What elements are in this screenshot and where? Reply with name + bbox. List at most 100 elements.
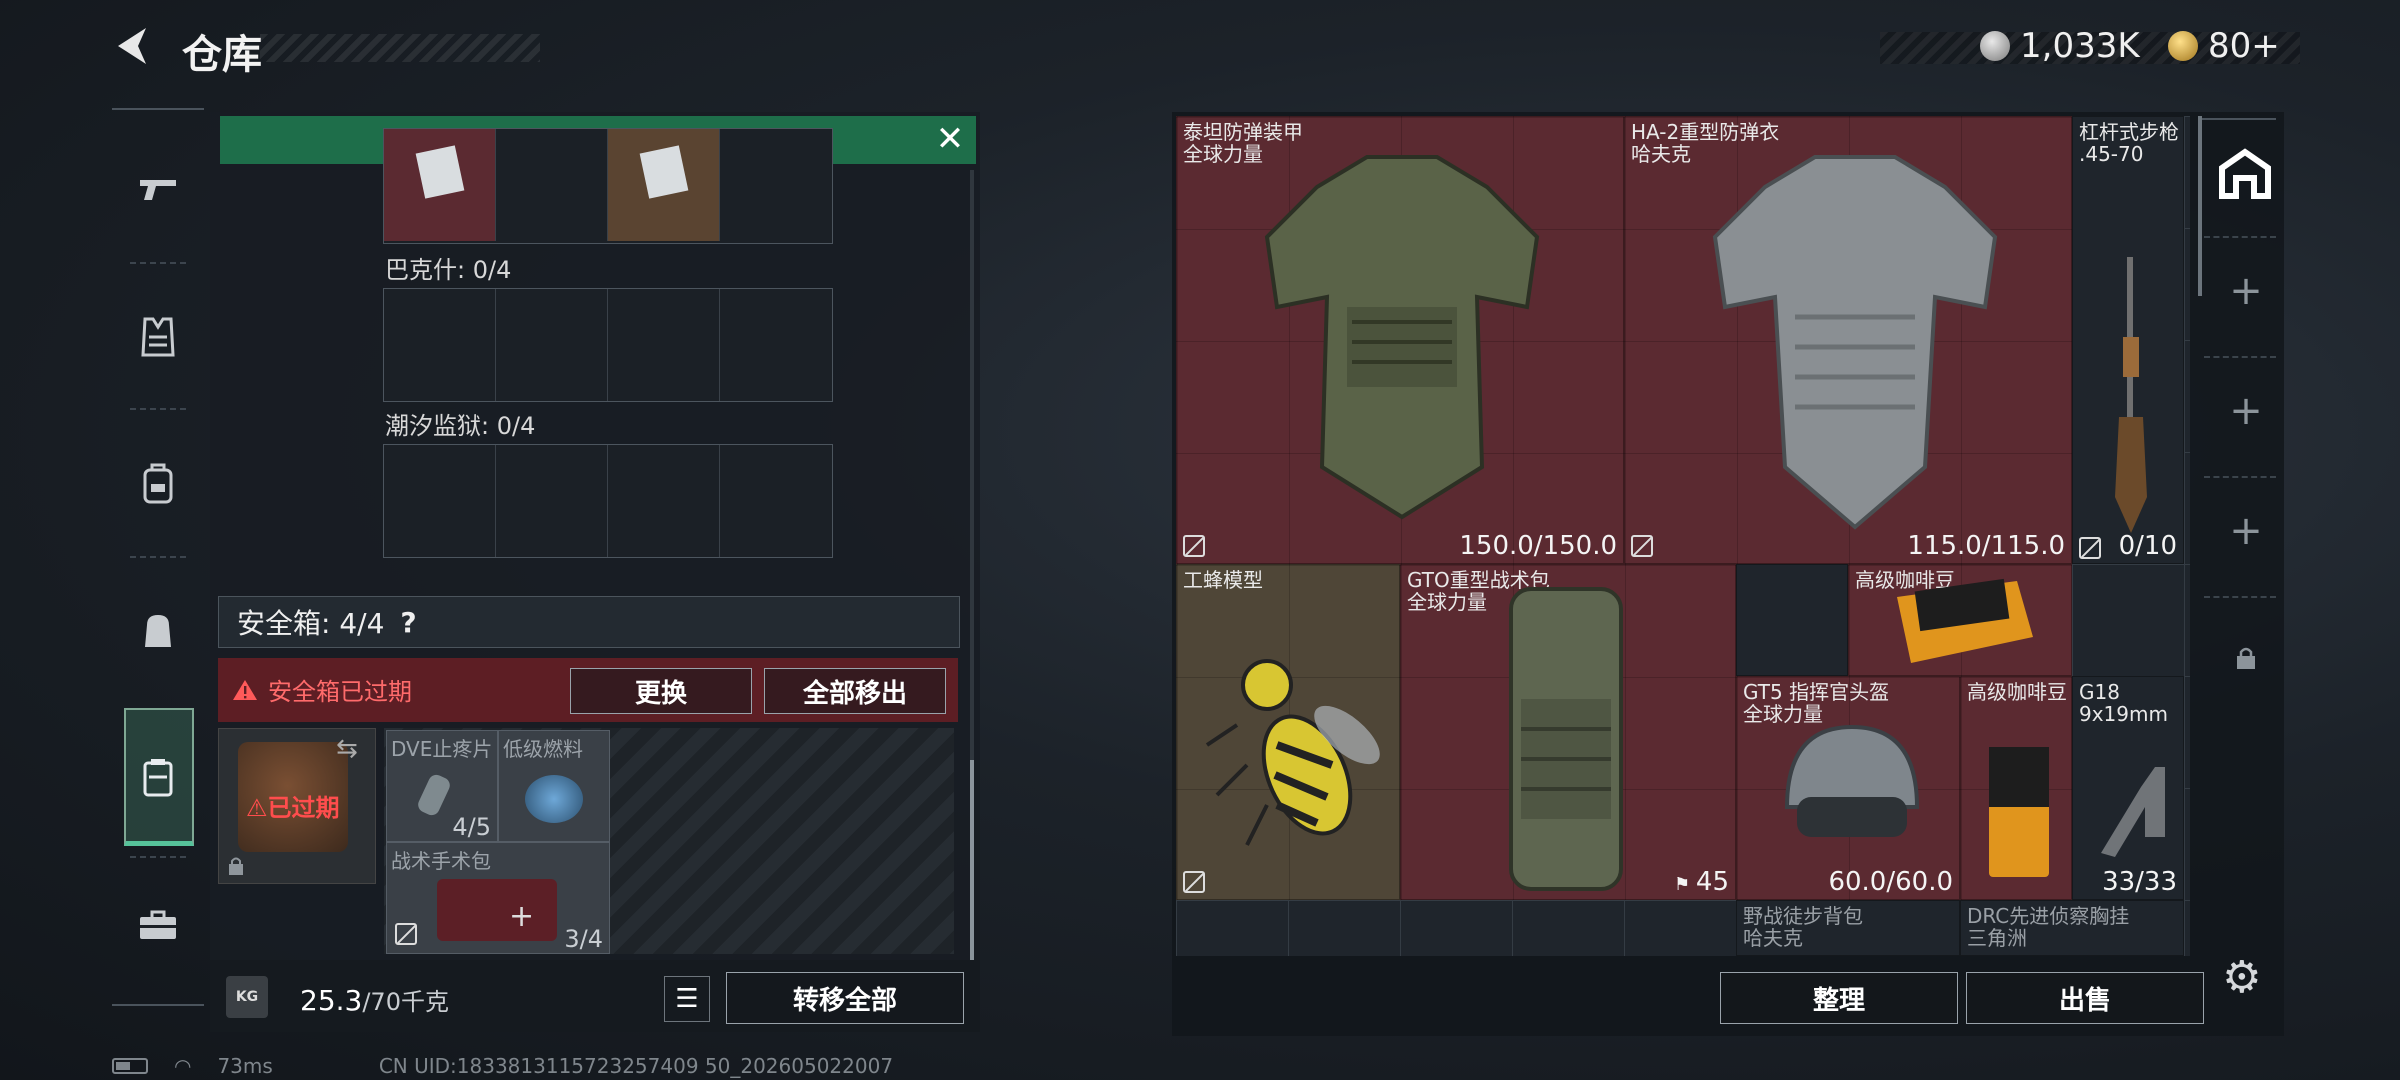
item-titan-armor[interactable]: 泰坦防弹装甲 全球力量 150.0/150.0 xyxy=(1176,116,1624,564)
fuel-icon xyxy=(525,775,583,823)
transfer-all-button[interactable]: 转移全部 xyxy=(726,972,964,1024)
slot-empty[interactable] xyxy=(496,445,608,557)
slot-card[interactable] xyxy=(608,129,720,241)
item-premium-coffee[interactable]: 高级咖啡豆 xyxy=(1848,564,2072,676)
add-stash-icon[interactable]: + xyxy=(2206,388,2286,434)
slot-empty[interactable] xyxy=(720,289,832,401)
add-stash-icon[interactable]: + xyxy=(2206,508,2286,554)
weight-max: /70千克 xyxy=(362,988,449,1016)
bee-model-image xyxy=(1205,659,1380,846)
add-stash-icon[interactable]: + xyxy=(2206,268,2286,314)
ammo-count: 33/33 xyxy=(2102,867,2177,897)
ping-value: 73ms xyxy=(217,1054,273,1078)
weight-icon: KG xyxy=(226,976,268,1018)
wifi-icon: ◠ xyxy=(174,1054,192,1078)
item-gto-backpack[interactable]: GTO重型战术包 全球力量 ⚑ 45 xyxy=(1400,564,1736,900)
item-premium-coffee-2[interactable]: 高级咖啡豆 xyxy=(1960,676,2072,900)
item-label: 工蜂模型 xyxy=(1183,568,1263,592)
expired-warning: 安全箱已过期 xyxy=(232,672,412,707)
item-surgery-kit[interactable]: 战术手术包 + 3/4 xyxy=(386,842,610,954)
currency-gold[interactable]: 80+ xyxy=(2168,26,2280,66)
item-drc-chest-rig[interactable]: DRC先进侦察胸挂 三角洲 xyxy=(1960,900,2184,956)
stash-home-icon[interactable] xyxy=(2218,148,2272,204)
item-gt5-helmet[interactable]: GT5 指挥官头盔 全球力量 60.0/60.0 xyxy=(1736,676,1960,900)
gear-icon[interactable]: ⚙ xyxy=(2222,952,2261,1003)
item-bee-model[interactable]: 工蜂模型 xyxy=(1176,564,1400,900)
safe-box-label: 安全箱: 4/4 xyxy=(237,607,385,640)
warning-icon xyxy=(233,679,257,700)
slot-grid-bakshi xyxy=(383,288,833,402)
durability-value: 150.0/150.0 xyxy=(1459,531,1617,561)
stash-side-divider xyxy=(2204,356,2276,358)
item-label: 杠杆式步枪 .45-70 xyxy=(2079,120,2179,166)
helmet-image xyxy=(1784,724,1920,837)
item-label: DRC先进侦察胸挂 三角洲 xyxy=(1967,904,2130,950)
slot-card[interactable] xyxy=(384,129,496,241)
item-field-backpack[interactable]: 野战徒步背包 哈夫克 xyxy=(1736,900,1960,956)
no-insure-icon xyxy=(1183,535,1205,557)
armor-vest-image xyxy=(1264,155,1540,520)
keycard-icon xyxy=(415,145,465,199)
stash-side-top-line xyxy=(2200,118,2276,120)
item-painkiller[interactable]: DVE止疼片 4/5 xyxy=(386,730,498,842)
help-icon[interactable]: ? xyxy=(400,606,416,639)
remove-all-button[interactable]: 全部移出 xyxy=(764,668,946,714)
slot-empty[interactable] xyxy=(384,289,496,401)
item-label: 野战徒步背包 哈夫克 xyxy=(1743,904,1863,950)
painkiller-icon xyxy=(415,772,453,818)
stash-scrollbar-thumb[interactable] xyxy=(2198,116,2202,296)
sort-button[interactable]: 整理 xyxy=(1720,972,1958,1024)
slot-empty[interactable] xyxy=(496,289,608,401)
slot-empty[interactable] xyxy=(720,445,832,557)
sell-button[interactable]: 出售 xyxy=(1966,972,2204,1024)
slot-empty[interactable] xyxy=(384,445,496,557)
rail-case-icon[interactable] xyxy=(112,712,204,842)
stash-side-divider xyxy=(2204,476,2276,478)
swap-icon[interactable]: ⇆ xyxy=(336,734,358,764)
item-name: DVE止疼片 xyxy=(391,737,493,761)
item-g18-pistol[interactable]: G18 9x19mm 33/33 xyxy=(2072,676,2184,900)
rail-bag-icon[interactable] xyxy=(112,566,204,696)
item-lever-rifle[interactable]: 杠杆式步枪 .45-70 0/10 xyxy=(2072,116,2184,564)
rifle-image xyxy=(2115,257,2147,533)
keycard-icon xyxy=(639,145,689,199)
item-ha2-armor[interactable]: HA-2重型防弹衣 哈夫克 115.0/115.0 xyxy=(1624,116,2072,564)
rail-backpack-icon[interactable] xyxy=(112,418,204,548)
close-icon[interactable]: ✕ xyxy=(932,122,968,158)
slot-empty[interactable] xyxy=(496,129,608,241)
replace-button[interactable]: 更换 xyxy=(570,668,752,714)
stash-side-divider xyxy=(2204,596,2276,598)
item-label: G18 9x19mm xyxy=(2079,680,2168,726)
stash-grid: 泰坦防弹装甲 全球力量 150.0/150.0 HA-2重型防弹衣 哈夫克 115.… xyxy=(1176,116,2190,956)
rail-divider xyxy=(130,556,186,558)
weight-readout: 25.3/70千克 xyxy=(300,982,449,1017)
rail-toolbox-icon[interactable] xyxy=(112,860,204,990)
coffee-bag-image xyxy=(1989,747,2049,877)
rail-vest-icon[interactable] xyxy=(112,272,204,402)
slot-empty[interactable] xyxy=(720,129,832,241)
back-arrow-icon[interactable] xyxy=(112,24,152,68)
lock-icon xyxy=(228,856,244,876)
list-view-icon[interactable]: ☰ xyxy=(664,976,710,1022)
status-bar: ◠ 73ms CN UID:1833813115723257409 50_202… xyxy=(112,1054,893,1078)
pistol-image xyxy=(2101,767,2165,857)
safe-box-header: 安全箱: 4/4 ? xyxy=(218,596,960,648)
item-name: 战术手术包 xyxy=(391,849,491,873)
item-name: 低级燃料 xyxy=(503,737,583,761)
item-fuel[interactable]: 低级燃料 xyxy=(498,730,610,842)
expired-tag: ⚠已过期 xyxy=(246,794,340,822)
stash-side-divider xyxy=(2204,236,2276,238)
rail-gun-icon[interactable] xyxy=(112,124,204,254)
currency-silver: 1,033K xyxy=(1980,26,2140,66)
currency-gold-value: 80+ xyxy=(2208,26,2280,66)
slot-empty[interactable] xyxy=(1736,564,1848,676)
scrollbar-thumb[interactable] xyxy=(970,760,974,960)
uid-text: CN UID:1833813115723257409 50_2026050220… xyxy=(378,1054,894,1078)
item-count: 4/5 xyxy=(452,813,491,841)
slot-empty[interactable] xyxy=(608,445,720,557)
slot-empty[interactable] xyxy=(608,289,720,401)
item-count: 3/4 xyxy=(564,925,603,953)
heavy-vest-image xyxy=(1712,155,1998,530)
rail-divider xyxy=(130,408,186,410)
item-label: 高级咖啡豆 xyxy=(1967,680,2067,704)
